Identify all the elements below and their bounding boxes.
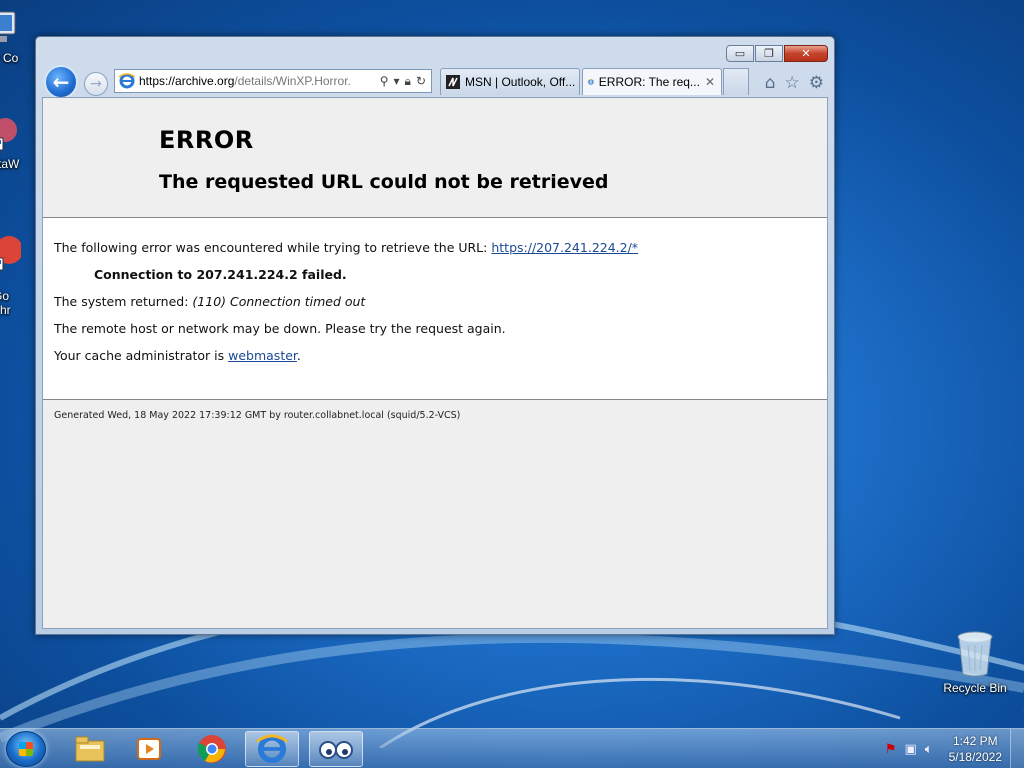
page-title: ERROR — [159, 126, 254, 154]
tab-msn[interactable]: MSN | Outlook, Off... — [440, 68, 580, 95]
failed-url-link[interactable]: https://207.241.224.2/* — [491, 240, 638, 255]
window-caption-buttons: ▭ ❐ ✕ — [725, 45, 828, 62]
eyes-icon — [319, 741, 353, 759]
clock-date: 5/18/2022 — [948, 750, 1002, 764]
clock-time: 1:42 PM — [952, 734, 998, 748]
show-desktop-button[interactable] — [1010, 729, 1024, 768]
system-tray: ⚑ ▣ 🔈︎ 1:42 PM 5/18/2022 — [885, 729, 1024, 768]
start-button[interactable] — [6, 731, 46, 767]
msn-icon — [446, 75, 460, 89]
error-body: The following error was encountered whil… — [43, 217, 827, 400]
media-player-icon — [137, 738, 161, 760]
navigation-bar: ← → https://archive.org/details/WinXP.Ho… — [42, 64, 828, 99]
ie-icon — [588, 79, 594, 85]
url-path: /details/WinXP.Horror. — [234, 74, 351, 88]
error-line-text: The following error was encountered whil… — [54, 240, 492, 255]
url-host: https://archive.org — [139, 74, 235, 88]
webmaster-link[interactable]: webmaster — [228, 348, 297, 363]
remote-host-text: The remote host or network may be down. … — [54, 321, 506, 336]
tab-label: MSN | Outlook, Off... — [465, 75, 576, 89]
restore-icon: ❐ — [764, 47, 774, 60]
connection-failed-text: Connection to 207.241.224.2 failed. — [94, 267, 347, 282]
folder-icon — [75, 736, 105, 762]
taskbar-internet-explorer[interactable] — [245, 731, 299, 767]
address-bar[interactable]: https://archive.org/details/WinXP.Horror… — [114, 69, 432, 93]
cache-admin-suffix: . — [296, 348, 301, 363]
desktop-icon-recycle-bin[interactable]: Recycle Bin — [938, 630, 1012, 695]
ie-icon — [257, 734, 287, 764]
action-center-flag-icon[interactable]: ⚑ — [885, 742, 897, 757]
back-button[interactable]: ← — [44, 65, 78, 99]
chrome-shortcut-icon — [0, 236, 21, 271]
taskbar-media-player[interactable] — [122, 731, 176, 767]
volume-icon[interactable]: 🔈︎ — [925, 742, 933, 757]
close-button[interactable]: ✕ — [784, 45, 828, 62]
forward-button[interactable]: → — [84, 72, 108, 96]
desktop-icon-label: My Co — [0, 51, 19, 65]
taskbar: ⚑ ▣ 🔈︎ 1:42 PM 5/18/2022 — [0, 728, 1024, 768]
datawrapper-shortcut-icon — [0, 118, 17, 151]
back-arrow-icon: ← — [52, 70, 70, 94]
ie-icon — [119, 73, 135, 89]
desktop-icon-label: DataW — [0, 157, 20, 171]
page-subtitle: The requested URL could not be retrieved — [159, 171, 609, 193]
cache-admin-line: Your cache administrator is webmaster. — [54, 348, 827, 364]
system-returned-value: (110) Connection timed out — [192, 294, 366, 309]
favorites-star-icon[interactable]: ☆ — [785, 73, 800, 93]
network-icon[interactable]: ▣ — [905, 742, 917, 757]
new-tab-button[interactable] — [723, 68, 749, 95]
desktop-icon-datawrapper[interactable]: DataW — [0, 114, 38, 171]
gear-icon[interactable]: ⚙ — [809, 73, 824, 93]
taskbar-eyes-app[interactable] — [309, 731, 363, 767]
page-content: ERROR The requested URL could not be ret… — [42, 97, 828, 629]
chrome-icon — [197, 735, 226, 763]
error-line-url: The following error was encountered whil… — [54, 240, 827, 256]
search-icon[interactable]: ⚲ — [380, 74, 389, 88]
tab-label: ERROR: The req... — [598, 75, 700, 89]
refresh-icon[interactable]: ↻ — [416, 74, 426, 88]
cache-admin-label: Your cache administrator is — [54, 348, 229, 363]
home-icon[interactable]: ⌂ — [765, 73, 776, 93]
desktop-icon-label: Recycle Bin — [943, 681, 1007, 695]
clock[interactable]: 1:42 PM 5/18/2022 — [949, 733, 1002, 765]
taskbar-chrome[interactable] — [185, 731, 239, 767]
close-icon: ✕ — [801, 47, 811, 60]
forward-arrow-icon: → — [90, 76, 102, 92]
tab-error[interactable]: ERROR: The req... ✕ — [582, 68, 722, 95]
minimize-button[interactable]: ▭ — [726, 45, 754, 62]
tab-close-icon[interactable]: ✕ — [705, 75, 715, 89]
system-returned-line: The system returned: (110) Connection ti… — [54, 294, 827, 310]
lock-icon[interactable]: 🔒︎ — [405, 74, 411, 89]
maximize-button[interactable]: ❐ — [755, 45, 783, 62]
recycle-bin-icon — [957, 631, 993, 677]
error-header: ERROR The requested URL could not be ret… — [43, 98, 827, 217]
system-returned-label: The system returned: — [54, 294, 193, 309]
generated-footer: Generated Wed, 18 May 2022 17:39:12 GMT … — [54, 410, 461, 421]
desktop-icon-label: Go Chr — [0, 289, 11, 317]
browser-window[interactable]: ▭ ❐ ✕ ← → https://archive.org/details/Wi… — [35, 36, 835, 635]
desktop-icon-chrome[interactable]: Go Chr — [0, 218, 38, 317]
desktop-icon-computer[interactable]: My Co — [0, 8, 38, 65]
computer-icon — [0, 11, 16, 42]
dropdown-arrow-icon[interactable]: ▾ — [394, 74, 400, 88]
minimize-icon: ▭ — [734, 47, 746, 60]
taskbar-explorer[interactable] — [63, 731, 117, 767]
